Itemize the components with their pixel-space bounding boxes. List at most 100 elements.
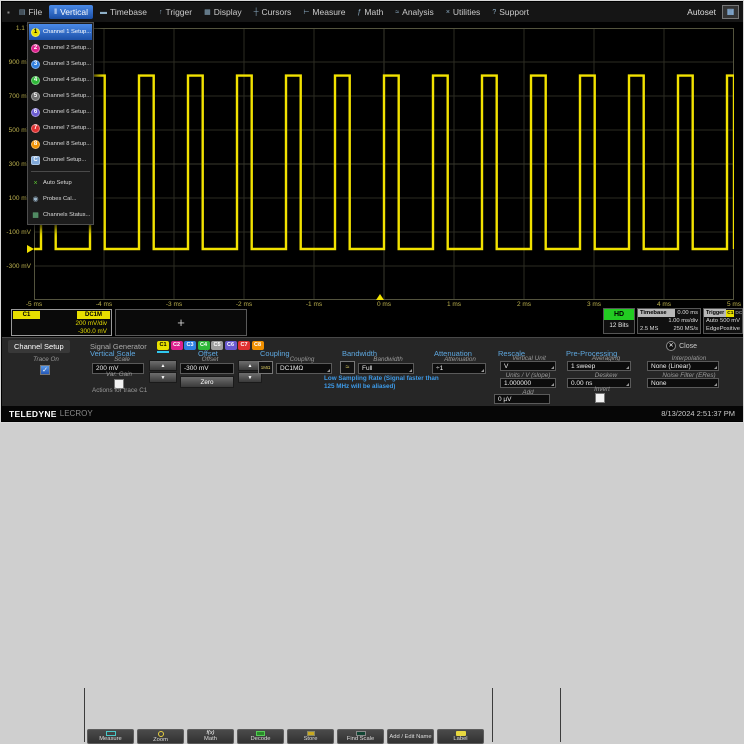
- channel-badge-icon: 3: [31, 60, 40, 69]
- dropdown-item-channel-5-setup[interactable]: 5Channel 5 Setup...: [29, 88, 92, 104]
- menu-item-cursors[interactable]: ┼Cursors: [249, 5, 297, 19]
- dropdown-item-channel-8-setup[interactable]: 8Channel 8 Setup...: [29, 136, 92, 152]
- timebase-samples: 2.5 MS: [640, 326, 658, 332]
- menu-item-timebase[interactable]: ▬Timebase: [95, 5, 152, 19]
- menu-item-label: Cursors: [262, 7, 292, 17]
- timebase-box[interactable]: Timebase 0.00 ms 1.00 ms/div 2.5 MS 250 …: [637, 308, 701, 334]
- dropdown-item-probes-cal[interactable]: ◉Probes Cal...: [29, 191, 92, 207]
- dropdown-item-channels-status[interactable]: ▦Channels Status...: [29, 207, 92, 223]
- offset-zero-button[interactable]: Zero: [180, 376, 234, 388]
- support-icon: ?: [492, 9, 496, 16]
- c1-offset-readout: -300.0 mV: [78, 328, 107, 335]
- menu-item-display[interactable]: ▦Display: [199, 5, 247, 19]
- menu-item-label: Measure: [312, 7, 345, 17]
- dropdown-item-channel-6-setup[interactable]: 6Channel 6 Setup...: [29, 104, 92, 120]
- dropdown-item-label: Channel 8 Setup...: [43, 141, 91, 147]
- attenuation-select[interactable]: ÷1: [432, 363, 486, 374]
- trigger-coupling: DC: [734, 311, 743, 316]
- x-tick-label: 1 ms: [437, 301, 471, 308]
- channel-tab-c7[interactable]: C7: [238, 341, 250, 350]
- units-per-v-input[interactable]: 1.000000: [500, 378, 556, 388]
- c1-level-marker-icon[interactable]: [27, 245, 34, 253]
- invert-checkbox[interactable]: [595, 393, 605, 403]
- action-button-zoom[interactable]: Zoom: [137, 729, 184, 744]
- menu-item-vertical[interactable]: ‖Vertical: [49, 5, 93, 19]
- action-button-measure[interactable]: Measure: [87, 729, 134, 744]
- hd-mode-box[interactable]: HD 12 Bits: [603, 308, 635, 334]
- scale-down-button[interactable]: ▼: [149, 372, 177, 383]
- dropdown-item-label: Channel Setup...: [43, 157, 86, 163]
- add-trace-box[interactable]: +: [115, 309, 247, 336]
- dropdown-item-label: Channels Status...: [43, 212, 90, 218]
- analysis-icon: ≈: [395, 9, 399, 16]
- attenuation-label: Attenuation: [432, 356, 488, 363]
- autoset-button[interactable]: Autoset: [687, 7, 716, 17]
- action-button-store[interactable]: Store: [287, 729, 334, 744]
- dropdown-item-channel-1-setup[interactable]: 1Channel 1 Setup...: [29, 24, 92, 40]
- averaging-input[interactable]: 1 sweep: [567, 361, 631, 371]
- channel-tab-c3[interactable]: C3: [184, 341, 196, 350]
- waveform-display[interactable]: [34, 28, 734, 300]
- close-panel-button[interactable]: ✕ Close: [666, 341, 697, 351]
- offset-input[interactable]: -300 mV: [180, 363, 234, 374]
- channel-tab-c1[interactable]: C1: [157, 341, 169, 350]
- action-button-add-edit-name[interactable]: Add / Edit Name: [387, 729, 434, 744]
- c1-channel-chip: C1: [13, 311, 40, 319]
- menu-item-file[interactable]: ▤File: [14, 5, 47, 19]
- menu-item-label: File: [28, 7, 42, 17]
- y-tick-label: -300 mV: [1, 263, 31, 270]
- timebase-label: Timebase: [638, 309, 675, 317]
- channel-tab-underline: [157, 351, 169, 353]
- menu-item-utilities[interactable]: ×Utilities: [441, 5, 486, 19]
- menu-item-math[interactable]: ƒMath: [353, 5, 389, 19]
- action-button-decode[interactable]: Decode: [237, 729, 284, 744]
- action-button-label: Add / Edit Name: [389, 734, 431, 740]
- x-tick-label: -3 ms: [157, 301, 191, 308]
- coupling-select[interactable]: DC1MΩ: [276, 363, 332, 374]
- dropdown-item-channel-4-setup[interactable]: 4Channel 4 Setup...: [29, 72, 92, 88]
- channel-tab-c6[interactable]: C6: [225, 341, 237, 350]
- menu-item-analysis[interactable]: ≈Analysis: [390, 5, 439, 19]
- channels-status-icon: ▦: [31, 211, 40, 219]
- bandwidth-select[interactable]: Full: [358, 363, 414, 374]
- trace-on-checkbox[interactable]: ✓: [40, 365, 50, 375]
- dropdown-item-channel-3-setup[interactable]: 3Channel 3 Setup...: [29, 56, 92, 72]
- action-button-label[interactable]: Label: [437, 729, 484, 744]
- dropdown-item-channel-7-setup[interactable]: 7Channel 7 Setup...: [29, 120, 92, 136]
- vertical-menu-dropdown: 1Channel 1 Setup...2Channel 2 Setup...3C…: [27, 22, 94, 225]
- x-tick-label: 2 ms: [507, 301, 541, 308]
- actions-for-trace-label: Actions for trace C1: [92, 387, 147, 394]
- dropdown-separator: [31, 171, 90, 172]
- add-offset-input[interactable]: 0 µV: [494, 394, 550, 404]
- tab-channel-setup[interactable]: Channel Setup: [8, 340, 70, 353]
- c1-vdiv-readout: 200 mV/div: [76, 320, 108, 327]
- trigger-time-marker-icon[interactable]: [376, 294, 384, 300]
- dropdown-item-label: Auto Setup: [43, 180, 72, 186]
- menu-item-label: Display: [214, 7, 242, 17]
- down-arrow-icon: ▼: [239, 373, 261, 383]
- interpolation-select[interactable]: None (Linear): [647, 361, 719, 371]
- dropdown-item-channel-2-setup[interactable]: 2Channel 2 Setup...: [29, 40, 92, 56]
- action-button-math[interactable]: f(x)Math: [187, 729, 234, 744]
- autoset-icon[interactable]: ▦: [722, 5, 739, 19]
- menu-item-support[interactable]: ?Support: [487, 5, 534, 19]
- scale-up-button[interactable]: ▲: [149, 360, 177, 371]
- bandwidth-label: Bandwidth: [364, 356, 412, 363]
- invert-label: Invert: [586, 386, 618, 393]
- trigger-box[interactable]: Trigger C1 DC Auto 500 mV Edge Positive: [703, 308, 743, 334]
- menu-item-trigger[interactable]: ↑Trigger: [154, 5, 197, 19]
- scale-label: Scale: [94, 356, 150, 363]
- vertical-unit-select[interactable]: V: [500, 361, 556, 371]
- timebase-position: 0.00 ms: [675, 310, 700, 316]
- trace-on-label: Trace On: [20, 356, 72, 363]
- menu-item-measure[interactable]: ⊢Measure: [298, 5, 350, 19]
- channel-tab-c2[interactable]: C2: [171, 341, 183, 350]
- action-button-label: Zoom: [153, 737, 168, 743]
- panel-divider: [560, 688, 561, 742]
- c1-descriptor-box[interactable]: C1 DC1M 200 mV/div -300.0 mV: [11, 309, 112, 336]
- action-button-find-scale[interactable]: Find Scale: [337, 729, 384, 744]
- noise-filter-select[interactable]: None: [647, 378, 719, 388]
- coupling-label: Coupling: [280, 356, 324, 363]
- dropdown-item-auto-setup[interactable]: ×Auto Setup: [29, 175, 92, 191]
- dropdown-item-channel-setup[interactable]: CChannel Setup...: [29, 152, 92, 168]
